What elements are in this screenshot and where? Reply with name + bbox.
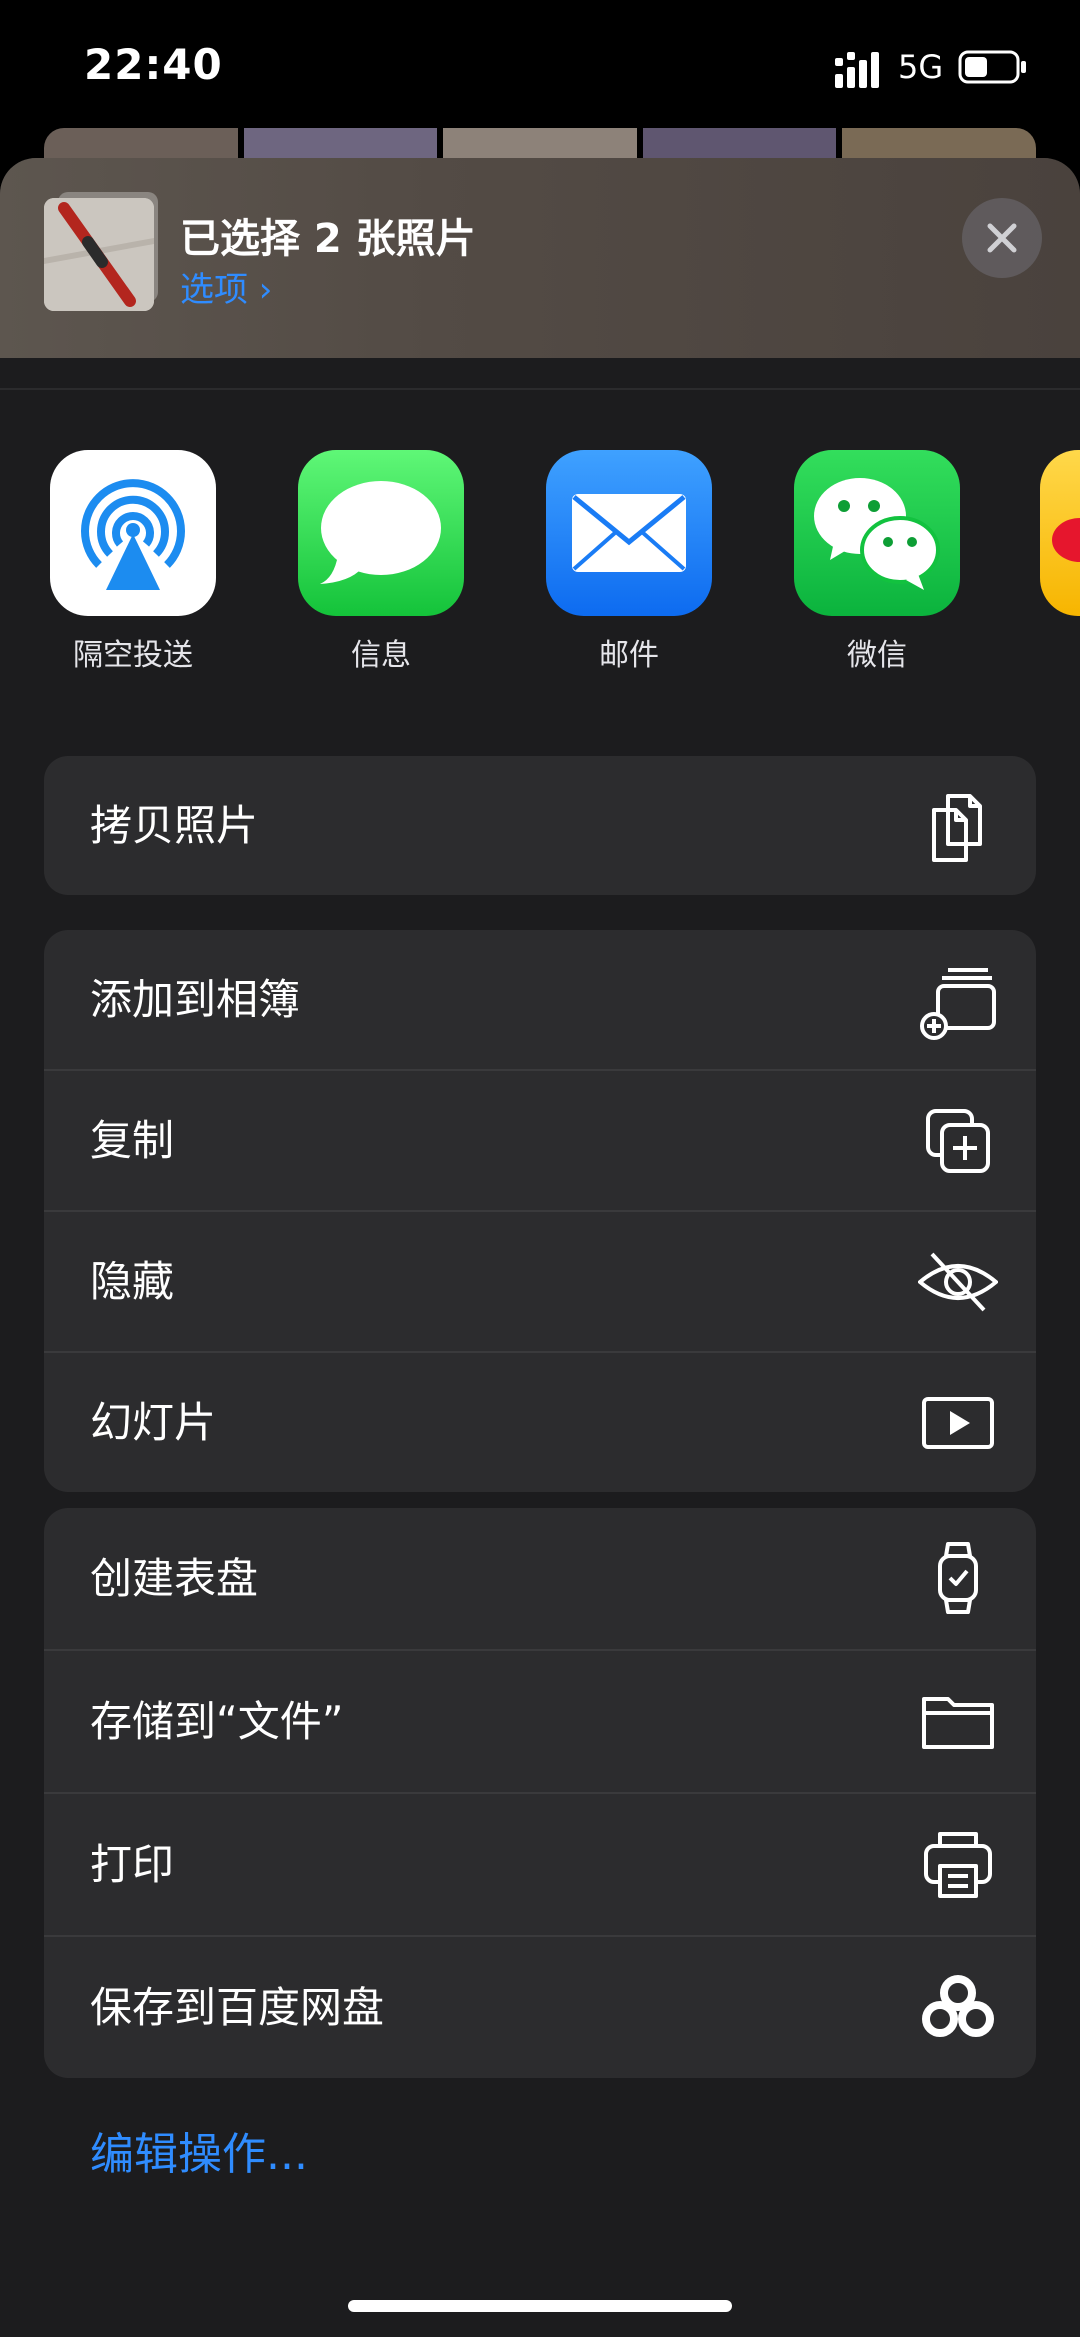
app-label: 邮件 (599, 638, 659, 673)
copy-photos-icon (932, 794, 982, 862)
header-divider (0, 388, 1080, 390)
slideshow-icon (922, 1397, 994, 1449)
app-wechat[interactable]: 微信 (777, 450, 977, 674)
action-add-to-album[interactable]: 添加到相簿 (44, 930, 1036, 1069)
app-weibo-partial[interactable] (1040, 450, 1080, 616)
action-label: 隐藏 (90, 1257, 175, 1306)
action-group-1: 拷贝照片 (44, 756, 1036, 895)
app-messages[interactable]: 信息 (281, 450, 481, 674)
status-time: 22:40 (84, 40, 223, 89)
messages-icon (298, 450, 464, 616)
airdrop-icon (50, 450, 216, 616)
app-label: 信息 (351, 638, 411, 673)
action-save-to-files[interactable]: 存储到“文件” (44, 1649, 1036, 1792)
add-to-album-icon (920, 968, 996, 1040)
action-label: 复制 (90, 1116, 175, 1165)
action-create-watch-face[interactable]: 创建表盘 (44, 1508, 1036, 1649)
action-label: 拷贝照片 (90, 801, 259, 850)
action-group-2: 添加到相簿 复制 隐藏 幻灯片 (44, 930, 1036, 1492)
options-link[interactable]: 选项 › (180, 262, 272, 311)
action-label: 创建表盘 (90, 1554, 259, 1603)
share-sheet-header: 已选择 2 张照片 选项 › (0, 158, 1080, 358)
selected-photo-thumbnail (44, 198, 154, 311)
watch-face-icon (938, 1542, 978, 1614)
action-label: 幻灯片 (90, 1398, 217, 1447)
battery-icon (958, 50, 1026, 84)
app-label: 隔空投送 (73, 638, 193, 673)
home-indicator (348, 2300, 732, 2312)
app-mail[interactable]: 邮件 (529, 450, 729, 674)
action-group-3: 创建表盘 存储到“文件” 打印 保存到百度网盘 (44, 1508, 1036, 2078)
share-sheet: 已选择 2 张照片 选项 › 隔空投送 信息 邮件 微信 拷贝照片 添加到相簿 … (0, 158, 1080, 2337)
weibo-icon (1040, 450, 1080, 616)
app-airdrop[interactable]: 隔空投送 (33, 450, 233, 674)
app-label: 微信 (847, 638, 907, 673)
action-hide[interactable]: 隐藏 (44, 1210, 1036, 1351)
edit-actions-link[interactable]: 编辑操作... (90, 2118, 308, 2182)
baidu-netdisk-icon (922, 1975, 994, 2037)
action-label: 添加到相簿 (90, 975, 301, 1024)
action-duplicate[interactable]: 复制 (44, 1069, 1036, 1210)
action-label: 保存到百度网盘 (90, 1983, 385, 2032)
status-bar: 22:40 5G (0, 0, 1080, 140)
wechat-icon (794, 450, 960, 616)
action-label: 打印 (90, 1840, 175, 1889)
action-print[interactable]: 打印 (44, 1792, 1036, 1935)
hide-eye-icon (918, 1252, 998, 1312)
close-button[interactable] (962, 198, 1042, 278)
share-apps-row: 隔空投送 信息 邮件 微信 (0, 450, 1080, 673)
action-save-to-baidu-netdisk[interactable]: 保存到百度网盘 (44, 1935, 1036, 2078)
selection-title: 已选择 2 张照片 (180, 216, 476, 262)
action-label: 存储到“文件” (90, 1697, 344, 1746)
mail-icon (546, 450, 712, 616)
network-type: 5G (898, 48, 944, 86)
action-copy-photos[interactable]: 拷贝照片 (44, 756, 1036, 895)
close-icon (987, 223, 1017, 253)
signal-strength-icon (835, 52, 879, 88)
folder-icon (922, 1697, 994, 1749)
action-slideshow[interactable]: 幻灯片 (44, 1351, 1036, 1492)
printer-icon (924, 1832, 992, 1898)
duplicate-icon (926, 1109, 990, 1173)
